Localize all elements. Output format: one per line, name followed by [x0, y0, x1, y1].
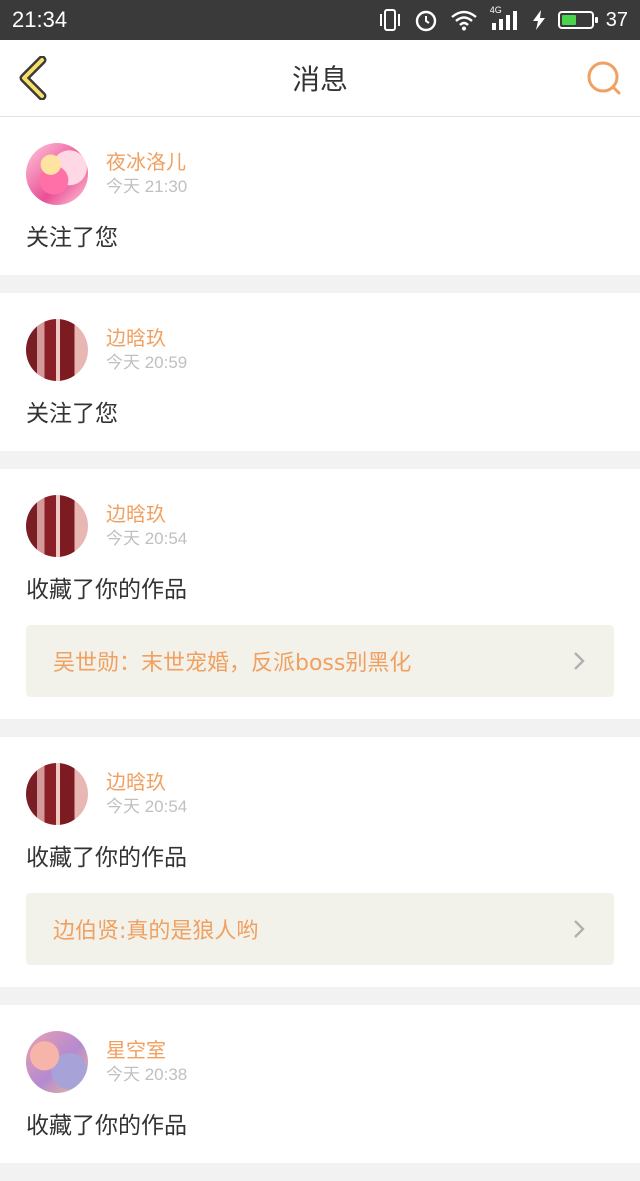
- search-button[interactable]: [584, 58, 624, 98]
- message-action: 收藏了你的作品: [26, 845, 187, 871]
- work-link[interactable]: 边伯贤:真的是狼人哟: [26, 893, 614, 965]
- avatar[interactable]: [26, 1031, 88, 1093]
- message-action: 关注了您: [26, 225, 118, 251]
- status-icons: 4G 37: [378, 5, 628, 32]
- work-link[interactable]: 吴世勋：末世宠婚，反派boss别黑化: [26, 625, 614, 697]
- wifi-icon: [450, 9, 478, 31]
- page-title: 消息: [291, 63, 348, 96]
- message-item[interactable]: 边晗玖 今天 20:59 关注了您: [0, 293, 640, 451]
- user-name[interactable]: 边晗玖: [106, 325, 187, 351]
- message-item[interactable]: 星空室 今天 20:38 收藏了你的作品: [0, 1005, 640, 1163]
- nav-bar: 消息: [0, 40, 640, 117]
- message-time: 今天 20:54: [106, 529, 188, 548]
- user-name[interactable]: 星空室: [106, 1037, 187, 1063]
- work-title: 边伯贤:真的是狼人哟: [53, 919, 259, 944]
- avatar[interactable]: [26, 319, 88, 381]
- alarm-icon: [414, 8, 438, 32]
- battery-percent: 37: [605, 8, 628, 31]
- user-name[interactable]: 边晗玖: [106, 769, 187, 795]
- message-time: 今天 20:59: [106, 353, 188, 372]
- status-time: 21:34: [12, 7, 68, 32]
- chevron-right-icon: [574, 652, 585, 670]
- charging-icon: [532, 10, 546, 30]
- message-action: 关注了您: [26, 401, 118, 427]
- message-action: 收藏了你的作品: [26, 1113, 187, 1139]
- network-type: 4G: [489, 5, 502, 15]
- avatar[interactable]: [26, 143, 88, 205]
- vibrate-icon: [378, 9, 402, 31]
- message-action: 收藏了你的作品: [26, 577, 187, 603]
- message-time: 今天 20:54: [106, 797, 188, 816]
- search-icon: [587, 61, 621, 95]
- message-item[interactable]: 边晗玖 今天 20:54 收藏了你的作品 吴世勋：末世宠婚，反派boss别黑化: [0, 469, 640, 719]
- signal-icon: 4G: [490, 5, 520, 31]
- message-item[interactable]: 边晗玖 今天 20:54 收藏了你的作品 边伯贤:真的是狼人哟: [0, 737, 640, 987]
- avatar[interactable]: [26, 495, 88, 557]
- work-title: 吴世勋：末世宠婚，反派boss别黑化: [53, 651, 412, 676]
- message-time: 今天 20:38: [106, 1065, 188, 1084]
- chevron-left-icon: [19, 55, 47, 101]
- user-name[interactable]: 边晗玖: [106, 501, 187, 527]
- message-item[interactable]: 夜冰洛儿 今天 21:30 关注了您: [0, 117, 640, 275]
- message-time: 今天 21:30: [106, 177, 188, 196]
- back-button[interactable]: [16, 55, 56, 101]
- chevron-right-icon: [574, 920, 585, 938]
- user-name[interactable]: 夜冰洛儿: [106, 149, 187, 175]
- status-bar: 21:34 4G 37: [0, 0, 640, 40]
- message-list: 夜冰洛儿 今天 21:30 关注了您 边晗玖 今天 20:59 关注了您 边晗玖…: [0, 117, 640, 1181]
- battery-icon: [557, 11, 598, 29]
- avatar[interactable]: [26, 763, 88, 825]
